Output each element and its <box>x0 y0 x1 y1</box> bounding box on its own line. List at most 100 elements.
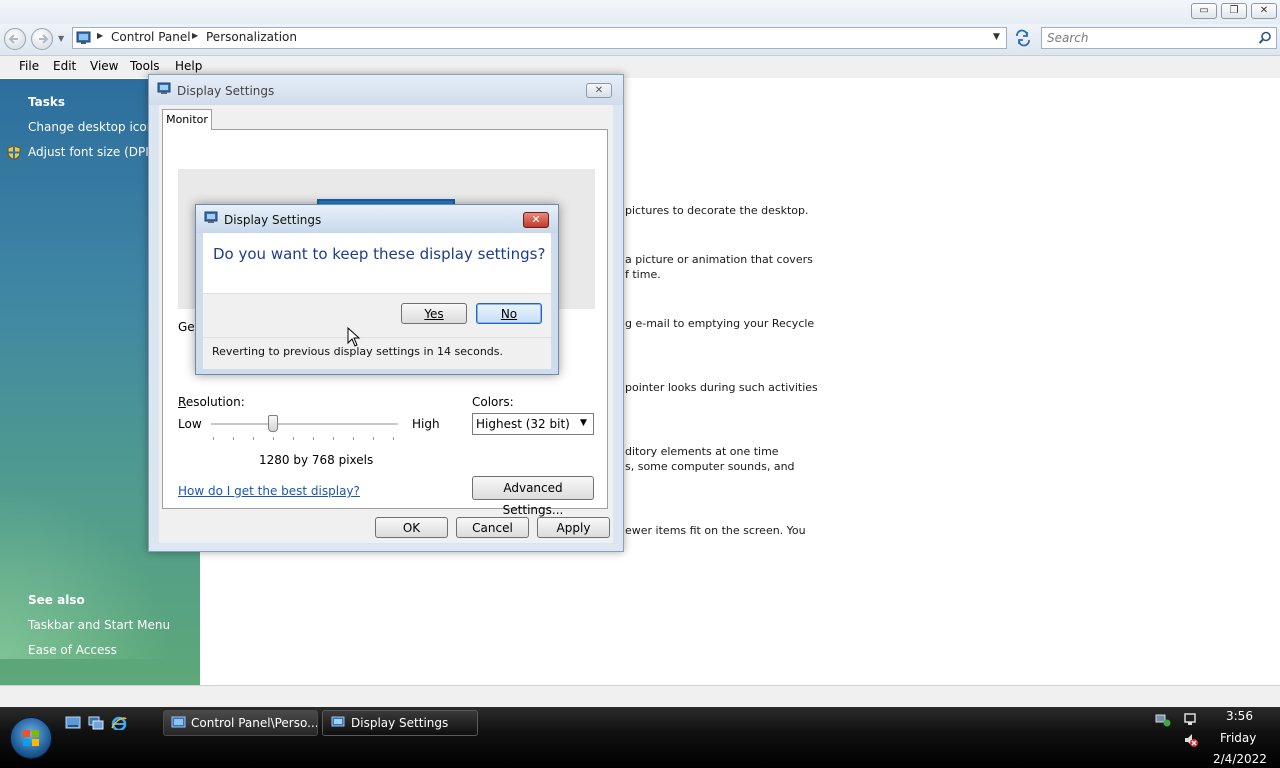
close-window-button[interactable]: ✕ <box>1251 3 1277 19</box>
slider-tick <box>293 437 294 440</box>
minimize-button[interactable]: ▭ <box>1191 3 1217 19</box>
back-button[interactable] <box>4 28 26 50</box>
menu-view[interactable]: View <box>90 59 118 73</box>
menu-tools[interactable]: Tools <box>130 59 160 73</box>
keep-settings-dialog: Display Settings ✕ Do you want to keep t… <box>195 204 559 375</box>
control-panel-icon <box>76 31 91 44</box>
breadcrumb-control-panel[interactable]: Control Panel <box>111 30 191 44</box>
resolution-slider-thumb[interactable] <box>267 415 278 432</box>
confirm-question: Do you want to keep these display settin… <box>213 245 546 263</box>
best-display-help-link[interactable]: How do I get the best display? <box>178 484 360 498</box>
link-taskbar-start-menu[interactable]: Taskbar and Start Menu <box>28 618 170 632</box>
clock-date[interactable]: 2/4/2022 <box>1213 752 1267 766</box>
taskbar-display-settings-button[interactable]: Display Settings <box>322 710 478 736</box>
volume-muted-icon[interactable] <box>1183 732 1199 748</box>
slider-tick <box>333 437 334 440</box>
forward-button[interactable] <box>31 28 53 50</box>
task-adjust-font-size[interactable]: Adjust font size (DPI) <box>28 145 153 159</box>
slider-tick <box>313 437 314 440</box>
search-icon[interactable] <box>1258 31 1272 45</box>
menu-help[interactable]: Help <box>175 59 202 73</box>
taskbar-button-label: Display Settings <box>351 716 449 730</box>
slider-tick <box>273 437 274 440</box>
tasks-heading: Tasks <box>28 95 66 109</box>
slider-tick <box>253 437 254 440</box>
content-text: a picture or animation that covers <box>625 253 813 266</box>
colors-select[interactable]: Highest (32 bit) ▼ <box>472 413 594 435</box>
slider-tick <box>233 437 234 440</box>
taskbar-control-panel-button[interactable]: Control Panel\Perso... <box>163 710 318 736</box>
internet-explorer-icon[interactable] <box>111 716 127 730</box>
slider-tick <box>353 437 354 440</box>
clock-time[interactable]: 3:56 <box>1226 709 1253 723</box>
address-dropdown-icon[interactable]: ▼ <box>993 32 1000 42</box>
shield-icon <box>7 145 21 160</box>
display-settings-icon <box>157 82 171 94</box>
content-text: ditory elements at one time <box>625 445 779 458</box>
resolution-value: 1280 by 768 pixels <box>259 453 374 467</box>
maximize-button[interactable]: ❐ <box>1221 3 1247 19</box>
slider-tick <box>213 437 214 440</box>
back-arrow-icon <box>8 34 18 44</box>
refresh-button[interactable] <box>1012 28 1034 48</box>
link-ease-of-access[interactable]: Ease of Access <box>28 643 117 657</box>
breadcrumb-separator-icon: ▶ <box>192 31 199 40</box>
confirm-titlebar: Display Settings ✕ <box>196 205 558 233</box>
ok-button[interactable]: OK <box>375 517 448 538</box>
content-text: f time. <box>625 268 661 281</box>
apply-button[interactable]: Apply <box>537 517 610 538</box>
dialog-titlebar: Display Settings ✕ <box>149 75 623 105</box>
status-bar <box>0 685 1280 708</box>
search-input[interactable]: Search <box>1041 27 1277 49</box>
resolution-high-label: High <box>412 417 440 431</box>
mouse-cursor-icon <box>347 327 361 347</box>
address-bar[interactable]: ▶ Control Panel ▶ Personalization ▼ <box>72 27 1007 49</box>
forward-arrow-icon <box>39 34 49 44</box>
content-text: s, some computer sounds, and <box>625 460 795 473</box>
no-button[interactable]: No <box>476 303 542 324</box>
divider <box>203 337 551 338</box>
recent-pages-chevron-icon[interactable]: ▼ <box>58 34 64 43</box>
breadcrumb-separator-icon: ▶ <box>97 31 104 40</box>
resolution-slider-track[interactable] <box>211 423 398 426</box>
network-icon[interactable] <box>1155 712 1171 728</box>
content-text: ewer items fit on the screen. You <box>625 524 806 537</box>
confirm-main-area: Do you want to keep these display settin… <box>203 233 551 293</box>
switch-windows-icon[interactable] <box>88 716 104 730</box>
windows-logo-icon <box>23 730 39 746</box>
navigation-bar: ▼ ▶ Control Panel ▶ Personalization ▼ Se… <box>0 24 1280 56</box>
menu-file[interactable]: File <box>19 59 39 73</box>
dropdown-arrow-icon: ▼ <box>580 418 587 428</box>
cancel-button[interactable]: Cancel <box>456 517 529 538</box>
resolution-low-label: Low <box>178 417 202 431</box>
search-placeholder: Search <box>1047 31 1089 45</box>
colors-selected-value: Highest (32 bit) <box>476 417 570 431</box>
yes-button[interactable]: Yes <box>401 303 467 324</box>
content-text: pointer looks during such activities <box>625 381 818 394</box>
resolution-label: Resolution: <box>178 395 245 409</box>
display-settings-icon <box>331 716 345 727</box>
breadcrumb-personalization[interactable]: Personalization <box>206 30 297 44</box>
colors-label: Colors: <box>472 395 514 409</box>
content-text: pictures to decorate the desktop. <box>625 204 809 217</box>
taskbar-button-label: Control Panel\Perso... <box>191 716 318 730</box>
content-text: g e-mail to emptying your Recycle <box>625 317 815 330</box>
slider-tick <box>393 437 394 440</box>
window-titlebar: ▭ ❐ ✕ <box>0 0 1280 24</box>
tab-monitor[interactable]: Monitor <box>162 109 212 130</box>
slider-tick <box>373 437 374 440</box>
menu-edit[interactable]: Edit <box>53 59 76 73</box>
task-change-desktop-icons[interactable]: Change desktop icons <box>28 120 161 134</box>
dialog-close-button[interactable]: ✕ <box>586 83 612 98</box>
confirm-title: Display Settings <box>224 213 322 227</box>
confirm-close-button[interactable]: ✕ <box>523 212 549 228</box>
display-settings-icon <box>204 211 218 223</box>
connection-icon[interactable] <box>1183 712 1199 728</box>
refresh-icon <box>1016 29 1030 47</box>
clock-day[interactable]: Friday <box>1220 731 1256 745</box>
start-button[interactable] <box>10 717 52 759</box>
control-panel-icon <box>171 716 186 728</box>
advanced-settings-button[interactable]: Advanced Settings... <box>472 476 594 517</box>
see-also-heading: See also <box>28 593 85 607</box>
show-desktop-icon[interactable] <box>65 716 81 730</box>
